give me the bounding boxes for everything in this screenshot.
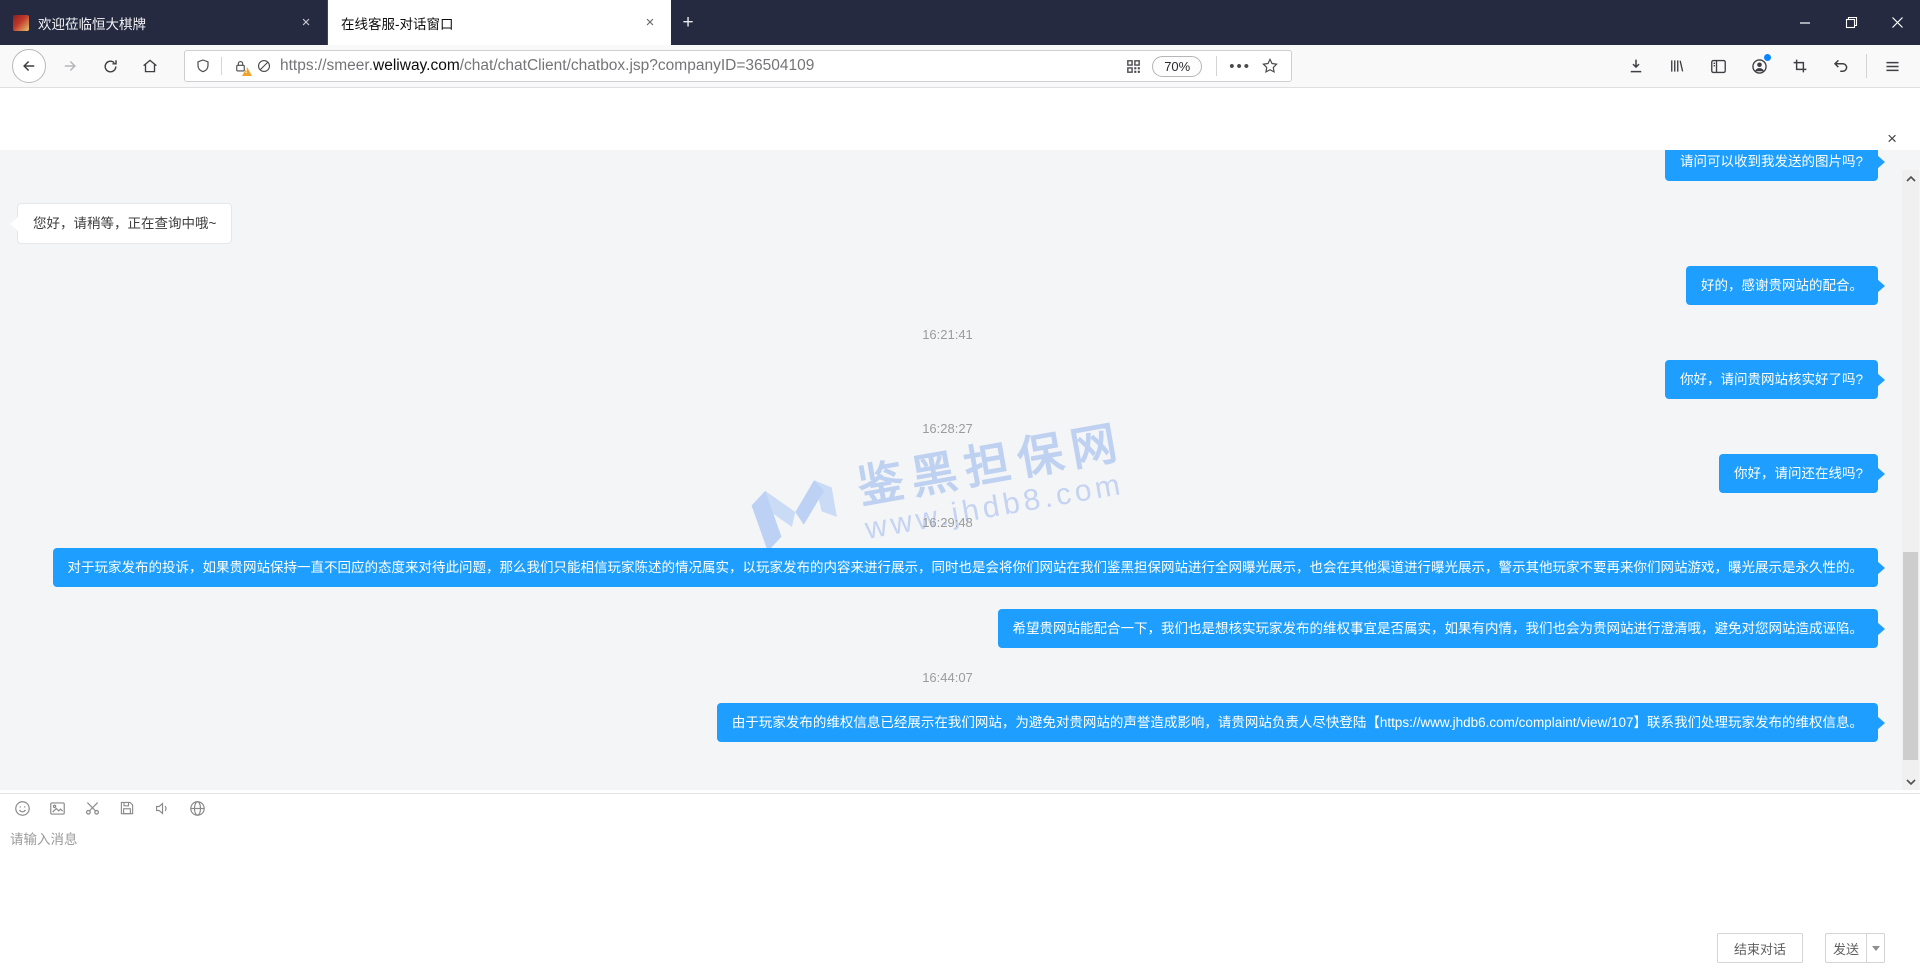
scroll-up-icon[interactable] — [1902, 170, 1919, 187]
globe-icon[interactable] — [187, 798, 207, 818]
tab-title: 欢迎莅临恒大棋牌 — [38, 13, 295, 33]
library-icon[interactable] — [1661, 50, 1693, 82]
url-bar[interactable]: https://smeer.weliway.com/chat/chatClien… — [184, 50, 1292, 82]
account-notification-dot — [1763, 53, 1772, 62]
image-icon[interactable] — [47, 798, 67, 818]
tab-close-icon[interactable]: × — [639, 12, 661, 34]
chat-message-row: 对于玩家发布的投诉，如果贵网站保持一直不回应的态度来对待此问题，那么我们只能相信… — [17, 548, 1878, 587]
chat-timestamp: 16:44:07 — [17, 670, 1878, 685]
chat-close-icon[interactable]: × — [1887, 130, 1897, 147]
speaker-icon[interactable] — [152, 798, 172, 818]
chat-message-row: 由于玩家发布的维权信息已经展示在我们网站，为避免对贵网站的声誉造成影响，请贵网站… — [17, 703, 1878, 742]
screenshot-icon[interactable] — [1784, 50, 1816, 82]
chat-timestamp: 16:29:48 — [17, 515, 1878, 530]
lock-warning-icon[interactable] — [228, 54, 252, 78]
send-button-group: 发送 — [1825, 933, 1885, 963]
chat-message-area: 鉴黑担保网 www.jhdb8.com 请问可以收到我发送的图片吗?您好，请稍等… — [0, 150, 1920, 790]
reload-icon[interactable] — [94, 50, 126, 82]
url-scheme: https://smeer. — [280, 57, 373, 74]
emoji-icon[interactable] — [12, 798, 32, 818]
tab-welcome[interactable]: 欢迎莅临恒大棋牌 × — [0, 0, 328, 45]
bookmark-star-icon[interactable] — [1261, 57, 1279, 75]
toolbar-separator — [1866, 54, 1867, 78]
titlebar-drag-area — [705, 0, 1782, 45]
tab-favicon — [13, 15, 29, 31]
chevron-down-icon — [1872, 946, 1880, 951]
chat-message-sent: 请问可以收到我发送的图片吗? — [1665, 150, 1878, 181]
composer-actions: 结束对话 发送 — [1717, 933, 1885, 963]
save-icon[interactable] — [117, 798, 137, 818]
chat-scrollbar[interactable] — [1902, 170, 1919, 790]
chat-message-sent: 你好，请问贵网站核实好了吗? — [1665, 360, 1878, 399]
urlbar-separator — [221, 57, 222, 75]
chat-message-row: 好的，感谢贵网站的配合。 — [17, 266, 1878, 305]
shield-icon[interactable] — [191, 54, 215, 78]
blocked-permission-icon[interactable] — [252, 54, 276, 78]
chat-message-row: 你好，请问贵网站核实好了吗? — [17, 360, 1878, 399]
undo-icon[interactable] — [1825, 50, 1857, 82]
forward-icon[interactable] — [54, 50, 86, 82]
url-text[interactable]: https://smeer.weliway.com/chat/chatClien… — [280, 57, 1121, 75]
navigation-toolbar: https://smeer.weliway.com/chat/chatClien… — [0, 45, 1920, 88]
chat-message-sent: 希望贵网站能配合一下，我们也是想核实玩家发布的维权事宜是否属实，如果有内情，我们… — [998, 609, 1879, 648]
tab-bar: 欢迎莅临恒大棋牌 × 在线客服-对话窗口 × + — [0, 0, 1920, 45]
url-domain: weliway.com — [373, 57, 460, 74]
chat-message-row: 希望贵网站能配合一下，我们也是想核实玩家发布的维权事宜是否属实，如果有内情，我们… — [17, 609, 1878, 648]
home-icon[interactable] — [134, 50, 166, 82]
chat-message-sent: 好的，感谢贵网站的配合。 — [1686, 266, 1878, 305]
menu-icon[interactable] — [1876, 50, 1908, 82]
account-icon[interactable] — [1743, 50, 1775, 82]
tab-chat-window[interactable]: 在线客服-对话窗口 × — [328, 0, 671, 45]
chat-timestamp: 16:28:27 — [17, 421, 1878, 436]
toolbar-right-icons — [1620, 50, 1920, 82]
composer-divider — [0, 793, 1920, 794]
send-button[interactable]: 发送 — [1825, 933, 1866, 963]
page-actions-icon[interactable]: ••• — [1229, 58, 1251, 75]
warning-badge — [242, 67, 252, 76]
chat-message-row: 请问可以收到我发送的图片吗? — [17, 150, 1878, 181]
composer-toolbar — [12, 798, 207, 818]
chat-page: × 鉴黑担保网 www.jhdb8.com 请问可以收到我发送的图片吗?您好，请… — [0, 88, 1920, 977]
minimize-icon[interactable] — [1782, 0, 1828, 45]
chat-message-sent: 你好，请问还在线吗? — [1719, 454, 1878, 493]
scroll-down-icon[interactable] — [1902, 773, 1919, 790]
urlbar-separator — [1216, 56, 1217, 76]
tab-close-icon[interactable]: × — [295, 12, 317, 34]
chat-message-row: 您好，请稍等，正在查询中哦~ — [17, 203, 1878, 244]
tab-title: 在线客服-对话窗口 — [341, 13, 639, 33]
restore-icon[interactable] — [1828, 0, 1874, 45]
sidebar-icon[interactable] — [1702, 50, 1734, 82]
nav-buttons — [0, 49, 174, 83]
scissors-icon[interactable] — [82, 798, 102, 818]
chat-message-sent: 对于玩家发布的投诉，如果贵网站保持一直不回应的态度来对待此问题，那么我们只能相信… — [53, 548, 1879, 587]
end-chat-button[interactable]: 结束对话 — [1717, 933, 1803, 963]
chat-message-received: 您好，请稍等，正在查询中哦~ — [17, 203, 232, 244]
download-icon[interactable] — [1620, 50, 1652, 82]
url-path: /chat/chatClient/chatbox.jsp?companyID=3… — [460, 57, 815, 74]
qr-code-icon[interactable] — [1125, 58, 1142, 75]
window-controls — [1782, 0, 1920, 45]
chat-message-list: 请问可以收到我发送的图片吗? 您好，请稍等，正在查询中哦~ 好的，感谢贵网站的配合。… — [17, 150, 1878, 742]
scrollbar-thumb[interactable] — [1903, 552, 1918, 760]
send-options-button[interactable] — [1866, 933, 1885, 963]
new-tab-button[interactable]: + — [671, 0, 705, 45]
message-input[interactable] — [0, 822, 1920, 927]
chat-message-row: 你好，请问还在线吗? — [17, 454, 1878, 493]
back-icon[interactable] — [12, 49, 46, 83]
chat-message-sent: 由于玩家发布的维权信息已经展示在我们网站，为避免对贵网站的声誉造成影响，请贵网站… — [717, 703, 1878, 742]
chat-timestamp: 16:21:41 — [17, 327, 1878, 342]
close-icon[interactable] — [1874, 0, 1920, 45]
zoom-level-badge[interactable]: 70% — [1152, 56, 1202, 77]
browser-window: 欢迎莅临恒大棋牌 × 在线客服-对话窗口 × + — [0, 0, 1920, 977]
